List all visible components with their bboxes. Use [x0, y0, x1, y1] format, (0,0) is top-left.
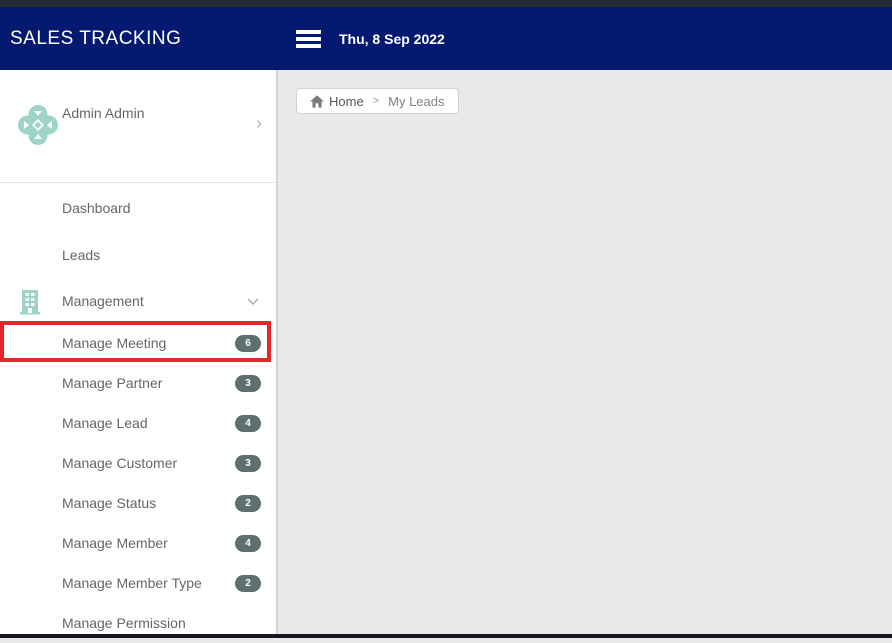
count-badge: 2	[235, 494, 261, 512]
sidebar-item-management[interactable]: Management	[0, 278, 276, 323]
count-badge: 6	[235, 334, 261, 352]
count-badge: 3	[235, 374, 261, 392]
sidebar-item-manage-customer[interactable]: Manage Customer 3	[0, 443, 276, 483]
chevron-right-icon: ›	[256, 113, 262, 133]
window-top-strip	[0, 0, 892, 7]
sidebar-item-manage-member[interactable]: Manage Member 4	[0, 523, 276, 563]
header-date: Thu, 8 Sep 2022	[339, 30, 445, 47]
home-icon	[310, 94, 324, 108]
window-bottom-strip	[0, 634, 892, 638]
breadcrumb-home-link[interactable]: Home	[310, 94, 364, 109]
count-badge: 4	[235, 534, 261, 552]
count-badge: 4	[235, 414, 261, 432]
hamburger-menu-icon[interactable]	[296, 29, 321, 48]
building-icon	[20, 290, 40, 315]
sidebar-item-manage-status[interactable]: Manage Status 2	[0, 483, 276, 523]
app-title: SALES TRACKING	[10, 27, 182, 49]
sidebar-menu: Dashboard Leads Management Manage Meetin…	[0, 183, 276, 643]
sidebar: Admin Admin › Dashboard Leads Management	[0, 70, 278, 638]
breadcrumb-current: My Leads	[388, 93, 445, 109]
sidebar-item-manage-member-type[interactable]: Manage Member Type 2	[0, 563, 276, 603]
sidebar-item-manage-lead[interactable]: Manage Lead 4	[0, 403, 276, 443]
breadcrumb: Home > My Leads	[296, 88, 459, 114]
sidebar-item-manage-meeting[interactable]: Manage Meeting 6	[0, 323, 276, 363]
breadcrumb-separator: >	[372, 95, 380, 107]
user-panel[interactable]: Admin Admin ›	[0, 70, 276, 183]
user-name: Admin Admin	[62, 105, 145, 121]
sidebar-item-manage-partner[interactable]: Manage Partner 3	[0, 363, 276, 403]
main-content: Home > My Leads	[280, 70, 892, 638]
count-badge: 2	[235, 574, 261, 592]
app-header: SALES TRACKING Thu, 8 Sep 2022	[0, 7, 892, 70]
count-badge: 3	[235, 454, 261, 472]
user-avatar	[18, 105, 58, 145]
chevron-down-icon	[247, 298, 259, 305]
sidebar-item-dashboard[interactable]: Dashboard	[0, 184, 276, 231]
sidebar-item-leads[interactable]: Leads	[0, 231, 276, 278]
